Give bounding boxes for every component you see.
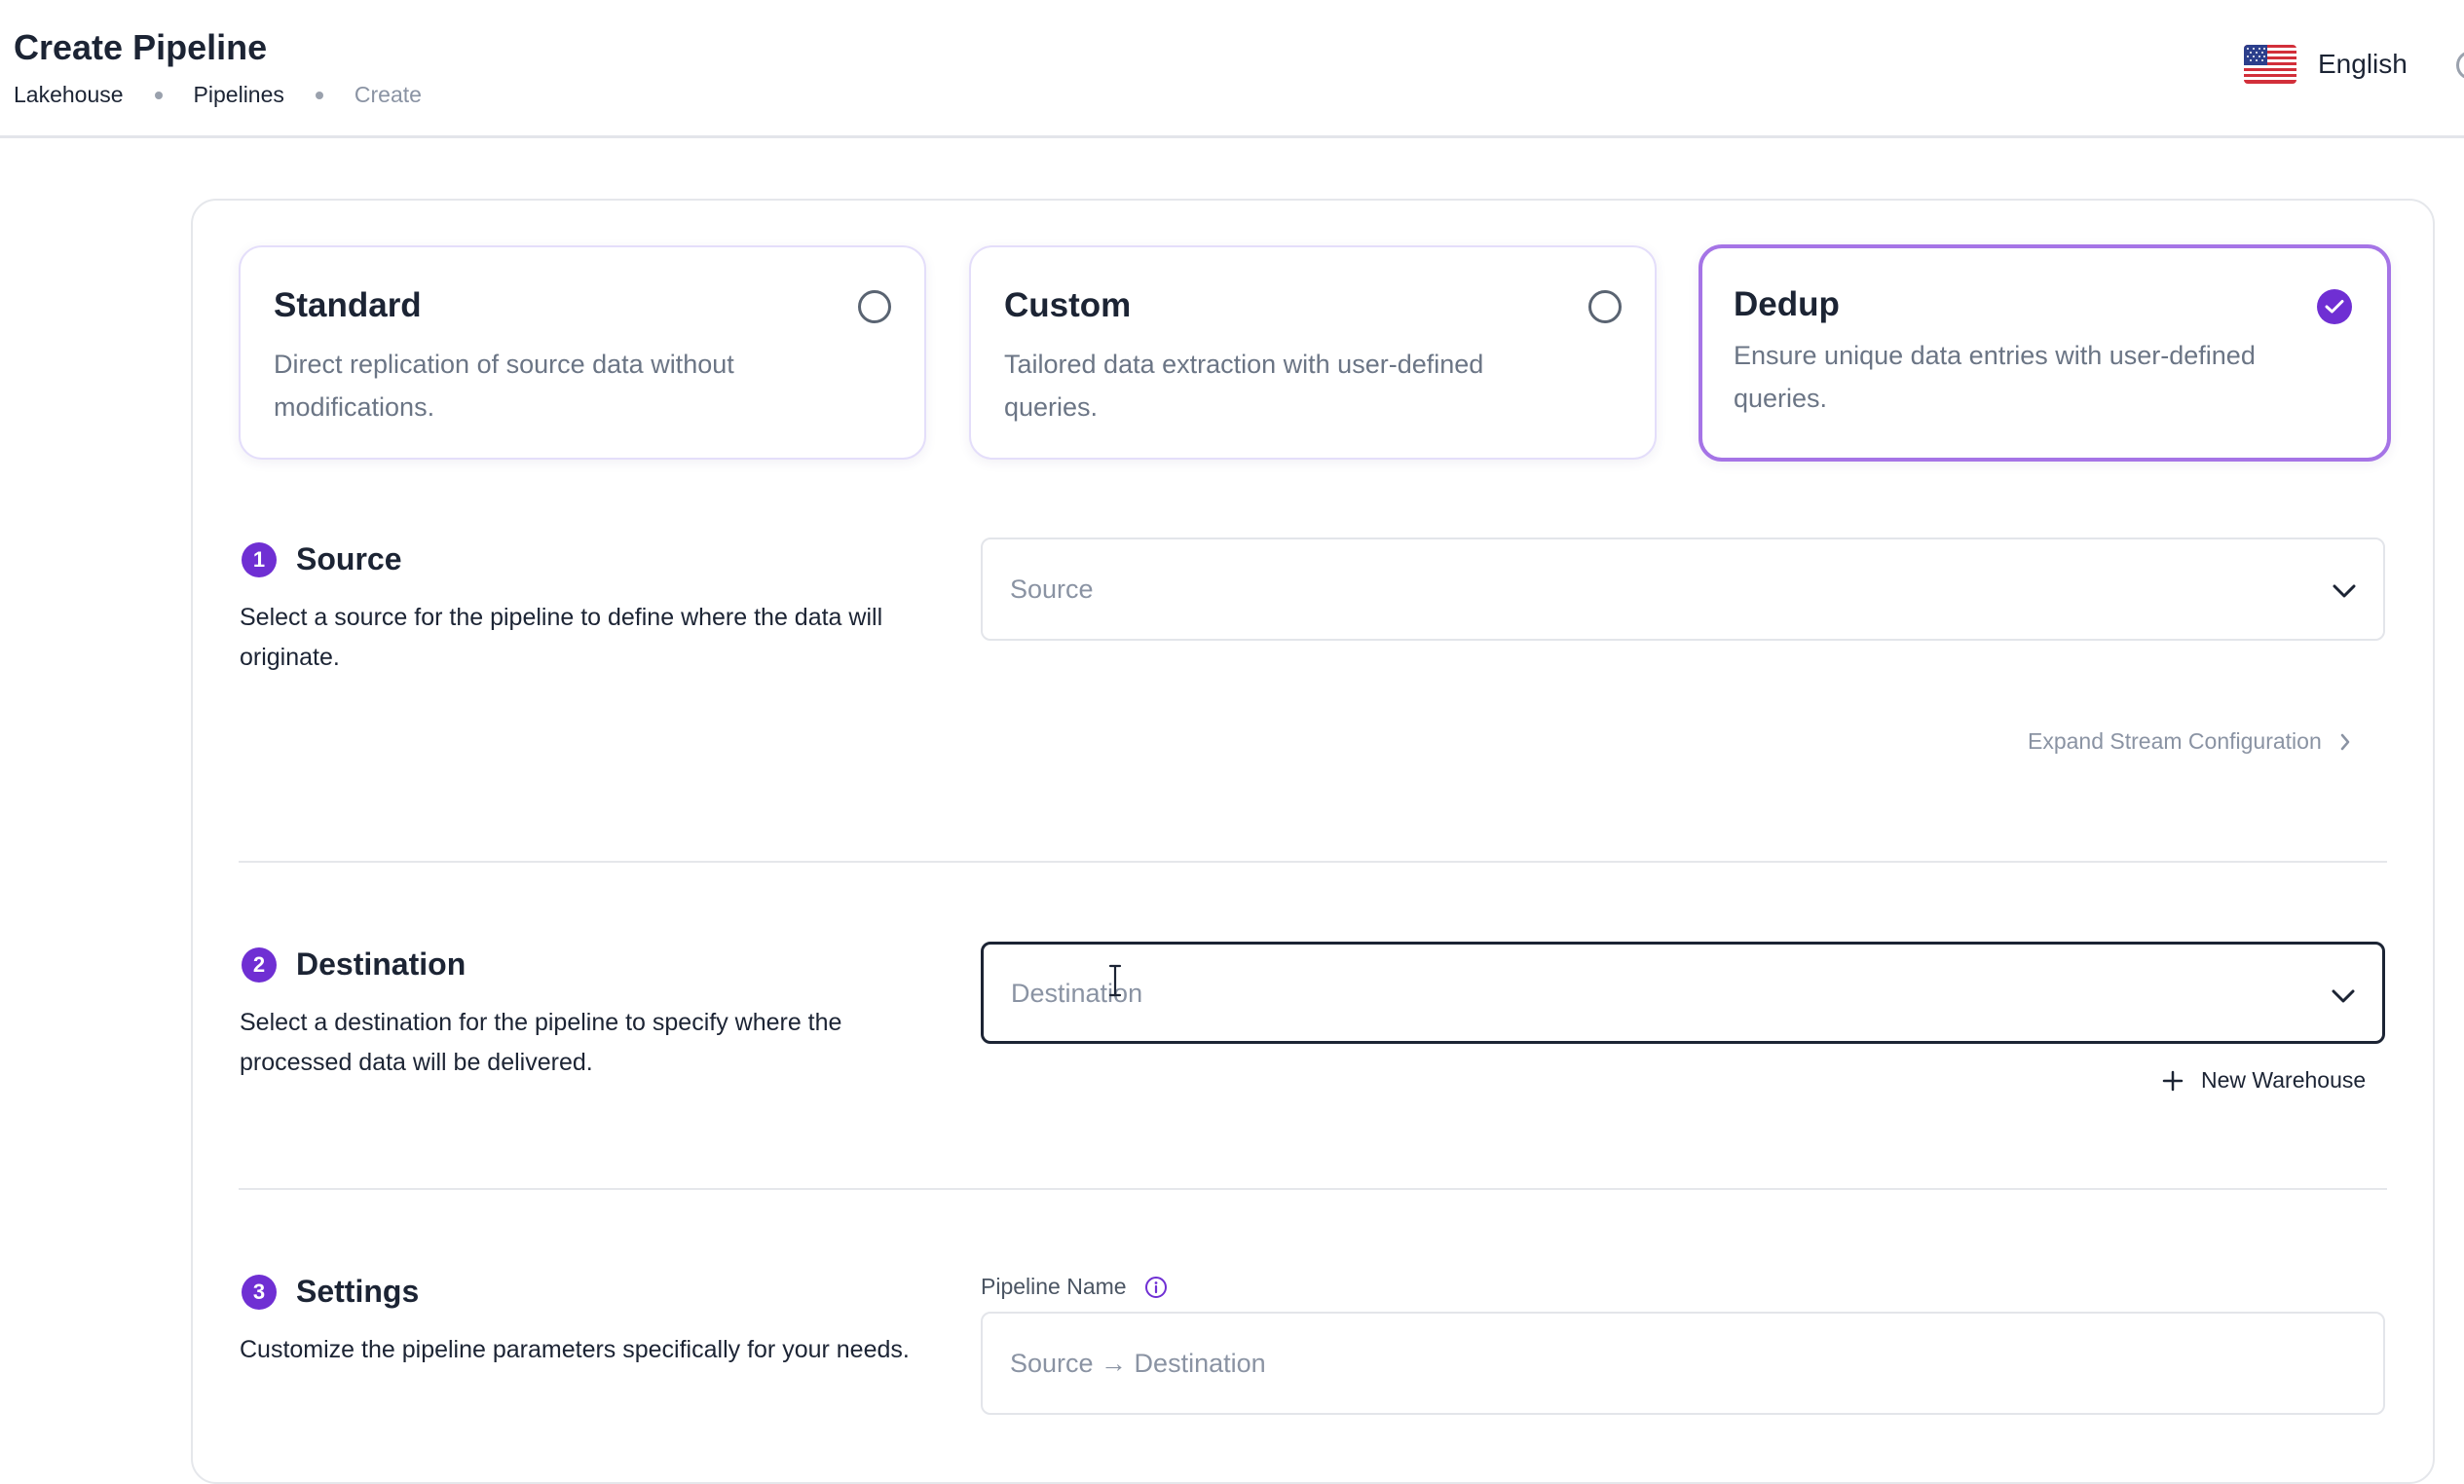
source-placeholder: Source [1010,575,1094,604]
expand-stream-configuration-label: Expand Stream Configuration [2028,728,2322,754]
pipeline-type-standard[interactable]: Standard Direct replication of source da… [239,245,926,460]
step-number-badge: 2 [242,946,277,983]
language-label: English [2318,49,2408,79]
step-number-badge: 1 [242,541,277,577]
source-title: Source [296,541,402,576]
destination-section-heading: 2 Destination [242,946,466,983]
settings-title: Settings [296,1274,420,1309]
option-description: Direct replication of source data withou… [274,350,734,422]
new-warehouse-button[interactable]: New Warehouse [2162,1067,2366,1094]
language-selector[interactable]: English [2244,45,2408,84]
breadcrumb: Lakehouse Pipelines Create [14,82,422,108]
user-avatar[interactable] [2456,51,2464,80]
breadcrumb-pipelines[interactable]: Pipelines [194,82,284,108]
top-header: Create Pipeline Lakehouse Pipelines Crea… [0,0,2464,138]
section-divider [239,1188,2387,1190]
pipeline-name-label-text: Pipeline Name [981,1274,1127,1299]
radio-checked-icon[interactable] [2317,289,2352,324]
breadcrumb-create: Create [354,82,422,107]
plus-icon [2162,1070,2184,1091]
source-select[interactable]: Source [981,538,2385,641]
option-description: Tailored data extraction with user-defin… [1004,350,1484,422]
breadcrumb-separator [315,91,323,99]
text-cursor-icon [1108,964,1122,997]
settings-section-heading: 3 Settings [242,1274,419,1310]
pipeline-name-placeholder: Source → Destination [1010,1349,1266,1378]
expand-stream-configuration-link[interactable]: Expand Stream Configuration [2028,728,2351,755]
us-flag-icon [2244,45,2296,84]
destination-select[interactable]: Destination [981,942,2385,1044]
radio-unchecked-icon[interactable] [1588,290,1622,323]
settings-description: Customize the pipeline parameters specif… [240,1336,910,1363]
breadcrumb-separator [154,91,163,99]
pipeline-name-label: Pipeline Name [981,1274,1168,1300]
source-section-heading: 1 Source [242,541,401,577]
page-title: Create Pipeline [14,27,268,67]
step-number-badge: 3 [242,1274,277,1310]
pipeline-name-input[interactable]: Source → Destination [981,1312,2385,1415]
checkmark-icon [2325,300,2344,314]
option-title: Custom [1004,286,1132,324]
destination-description: Select a destination for the pipeline to… [240,1009,842,1076]
option-title: Dedup [1734,285,1840,323]
option-description: Ensure unique data entries with user-def… [1734,341,2256,413]
new-warehouse-label: New Warehouse [2201,1067,2367,1093]
breadcrumb-lakehouse[interactable]: Lakehouse [14,82,124,108]
radio-unchecked-icon[interactable] [858,290,891,323]
chevron-right-icon [2340,733,2349,750]
destination-title: Destination [296,946,467,982]
option-title: Standard [274,286,422,324]
section-divider [239,861,2387,863]
pipeline-type-dedup[interactable]: Dedup Ensure unique data entries with us… [1699,244,2391,462]
destination-placeholder: Destination [1011,979,1143,1008]
pipeline-type-custom[interactable]: Custom Tailored data extraction with use… [969,245,1657,460]
chevron-down-icon [2333,584,2356,598]
info-icon[interactable] [1144,1276,1168,1299]
source-description: Select a source for the pipeline to defi… [240,604,883,671]
chevron-down-icon [2332,989,2355,1003]
